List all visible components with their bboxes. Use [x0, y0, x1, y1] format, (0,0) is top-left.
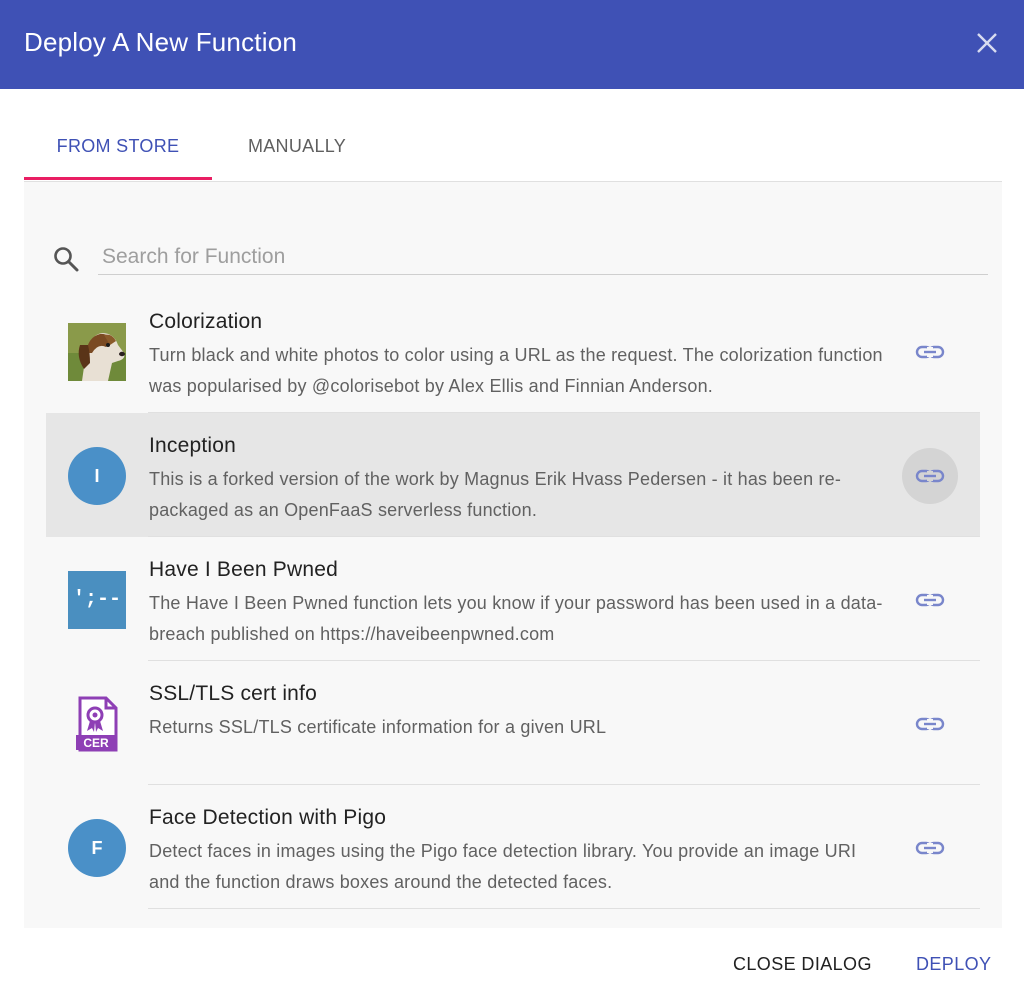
store-panel: Colorization Turn black and white photos…: [24, 182, 1002, 928]
close-icon[interactable]: [972, 28, 1002, 58]
dialog-header: Deploy A New Function: [0, 0, 1024, 89]
function-name: Have I Been Pwned: [149, 558, 339, 581]
function-description: The Have I Been Pwned function lets you …: [149, 593, 883, 644]
function-name: SSL/TLS cert info: [149, 682, 317, 705]
list-divider: [148, 908, 980, 909]
function-description: Turn black and white photos to color usi…: [149, 345, 883, 396]
tab-from-store[interactable]: FROM STORE: [24, 108, 212, 180]
close-dialog-button[interactable]: CLOSE DIALOG: [733, 954, 872, 975]
tab-manually[interactable]: MANUALLY: [212, 108, 382, 180]
letter-avatar: F: [68, 819, 126, 877]
function-name: Colorization: [149, 310, 263, 333]
link-icon[interactable]: [902, 324, 958, 380]
list-item-have-i-been-pwned[interactable]: ';-- Have I Been Pwned The Have I Been P…: [46, 537, 980, 661]
list-item-inception[interactable]: I Inception This is a forked version of …: [46, 413, 980, 537]
letter-avatar: I: [68, 447, 126, 505]
deploy-button[interactable]: DEPLOY: [916, 954, 991, 975]
search-icon: [52, 245, 80, 273]
link-icon[interactable]: [902, 696, 958, 752]
certificate-file-icon: CER: [68, 695, 126, 753]
dog-photo-icon: [68, 323, 126, 381]
list-item-colorization[interactable]: Colorization Turn black and white photos…: [46, 289, 980, 413]
function-description: Detect faces in images using the Pigo fa…: [149, 841, 857, 892]
search-input[interactable]: [98, 240, 988, 275]
function-description: This is a forked version of the work by …: [149, 469, 842, 520]
active-tab-indicator: [24, 177, 212, 180]
link-icon[interactable]: [902, 820, 958, 876]
dialog-title: Deploy A New Function: [24, 27, 298, 57]
function-name: Inception: [149, 434, 237, 457]
link-icon[interactable]: [902, 572, 958, 628]
function-name: Face Detection with Pigo: [149, 806, 387, 829]
pwned-logo-icon: ';--: [68, 571, 126, 629]
list-item-face-detection-with-pigo[interactable]: F Face Detection with Pigo Detect faces …: [46, 785, 980, 909]
list-item-ssl-tls-cert-info[interactable]: CER SSL/TLS cert info Returns SSL/TLS ce…: [46, 661, 980, 785]
cert-icon-label: CER: [83, 736, 109, 750]
link-icon[interactable]: [902, 448, 958, 504]
function-description: Returns SSL/TLS certificate information …: [149, 717, 607, 737]
tab-bar: FROM STORE MANUALLY: [24, 108, 1002, 182]
function-list: Colorization Turn black and white photos…: [46, 289, 980, 909]
